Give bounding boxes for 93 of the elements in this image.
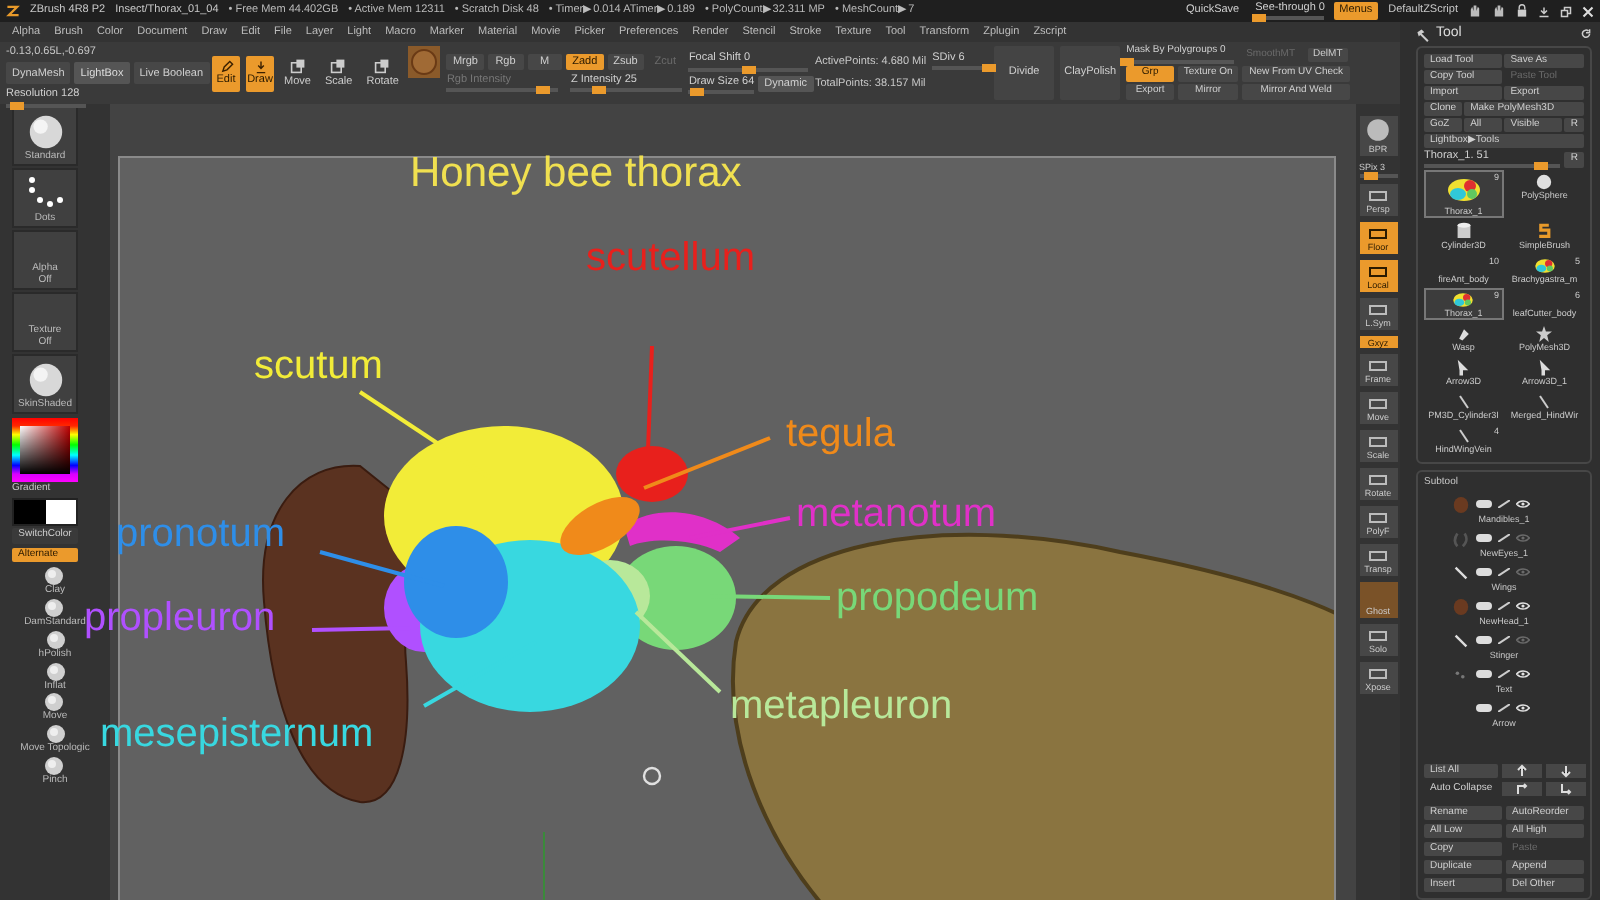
slider-thumb[interactable] — [536, 86, 551, 95]
sphere-icon — [44, 566, 65, 587]
tool-icon — [1368, 474, 1388, 487]
brush-stroke-icon[interactable] — [1498, 568, 1510, 577]
tool-icon — [1368, 228, 1388, 241]
tool-icon — [1368, 550, 1388, 563]
part-label: scutum — [254, 346, 383, 386]
color-swatches[interactable] — [12, 497, 78, 526]
thorax-model-icon — [1445, 177, 1482, 202]
sphere-icon — [44, 598, 65, 618]
brush-stroke-icon[interactable] — [1498, 500, 1510, 509]
tool-icon — [1368, 304, 1388, 317]
hand-icon[interactable] — [1468, 4, 1482, 18]
sphere-icon — [1366, 118, 1390, 142]
refresh-icon[interactable] — [1580, 28, 1592, 40]
brush-stroke-icon[interactable] — [1498, 636, 1510, 645]
sphere-icon — [44, 692, 65, 713]
part-label: propodeum — [836, 578, 1039, 618]
hand-icon[interactable] — [1492, 4, 1506, 18]
slider-thumb[interactable] — [982, 64, 997, 73]
lock-icon[interactable] — [1516, 4, 1528, 18]
tool-icon — [1368, 398, 1388, 411]
part-label: scutellum — [586, 238, 755, 278]
scutellum-shape — [616, 446, 688, 502]
toggle-icon[interactable] — [1476, 670, 1492, 679]
pronotum-shape — [404, 526, 508, 638]
restore-icon[interactable] — [1560, 5, 1572, 17]
sphere-icon — [44, 755, 65, 776]
slider-thumb[interactable] — [1252, 14, 1267, 23]
tegula-shape — [560, 496, 640, 556]
star-icon — [1536, 325, 1553, 342]
pencil-icon — [219, 59, 233, 74]
line-icon — [1538, 393, 1551, 410]
model-thumbnail-icon — [1452, 495, 1470, 514]
hammer-icon — [1416, 27, 1430, 41]
title-label: Honey bee thorax — [410, 152, 742, 194]
transform-icon — [374, 57, 391, 74]
line-icon — [1457, 393, 1470, 410]
color-picker[interactable] — [12, 418, 78, 482]
slider-thumb[interactable] — [689, 87, 704, 96]
minimize-icon[interactable] — [1538, 5, 1550, 17]
thorax-model-icon — [1452, 291, 1475, 308]
brush-stroke-icon[interactable] — [1498, 704, 1510, 713]
metanotum-shape — [624, 512, 740, 552]
slider-thumb[interactable] — [592, 86, 607, 95]
toggle-icon[interactable] — [1476, 602, 1492, 611]
leader-line — [634, 610, 722, 694]
rotate-pivot-icon — [642, 766, 662, 786]
dots-icon — [23, 176, 67, 212]
brush-stroke-icon[interactable] — [1498, 670, 1510, 679]
sphere-icon — [45, 629, 65, 650]
sphere-icon — [45, 724, 65, 744]
arrow-icon — [1456, 358, 1471, 377]
tool-icon — [1368, 360, 1388, 373]
axis-line — [543, 831, 545, 900]
slider-thumb[interactable] — [1120, 57, 1135, 66]
material-sphere-icon[interactable] — [408, 46, 441, 78]
part-label: metanotum — [796, 494, 997, 534]
transform-icon — [330, 57, 347, 74]
part-label: tegula — [786, 414, 895, 454]
line-icon — [1457, 427, 1470, 444]
tool-icon — [1368, 266, 1388, 279]
slider-thumb[interactable] — [1364, 172, 1379, 181]
sphere-icon — [45, 661, 65, 681]
toggle-icon[interactable] — [1476, 636, 1492, 645]
tool-icon — [1368, 436, 1388, 449]
tool-icon — [1368, 630, 1388, 643]
toggle-icon[interactable] — [1476, 500, 1492, 509]
tool-icon — [1368, 190, 1388, 203]
slider-thumb[interactable] — [742, 65, 757, 73]
brush-stroke-icon[interactable] — [1498, 602, 1510, 611]
tool-icon — [1368, 512, 1388, 525]
tool-icon — [1368, 668, 1388, 681]
s-shape-icon — [1536, 222, 1553, 241]
model-thumbnail-icon — [1452, 529, 1470, 548]
brush-stroke-icon[interactable] — [1498, 534, 1510, 543]
toggle-icon[interactable] — [1476, 704, 1492, 713]
slider-thumb[interactable] — [9, 101, 24, 110]
toggle-icon[interactable] — [1476, 534, 1492, 543]
move-down-icon[interactable] — [1546, 782, 1587, 796]
sphere-icon — [1536, 173, 1553, 190]
close-icon[interactable] — [1582, 5, 1594, 17]
shard-icon — [1455, 325, 1472, 342]
move-up-icon[interactable] — [1502, 782, 1543, 796]
toggle-icon[interactable] — [1476, 568, 1492, 577]
zbrush-logo-icon — [6, 4, 20, 18]
part-label: metapleuron — [730, 686, 953, 726]
arrow-icon — [1537, 358, 1552, 377]
thorax-model-icon — [1533, 257, 1556, 274]
slider-thumb[interactable] — [1534, 162, 1549, 171]
part-label: propleuron — [84, 598, 276, 638]
cylinder-icon — [1455, 222, 1472, 241]
transform-icon — [289, 57, 306, 74]
